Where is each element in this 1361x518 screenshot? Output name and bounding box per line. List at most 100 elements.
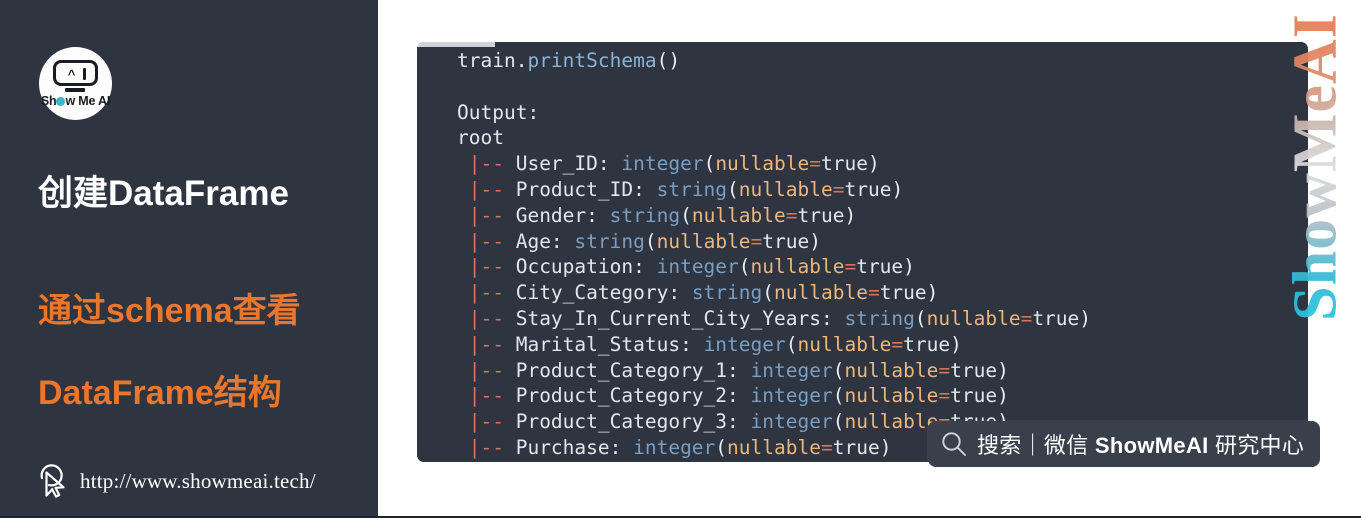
- code-token: (: [785, 332, 798, 356]
- code-token: ): [879, 435, 892, 459]
- code-line: |-- Product_Category_2: integer(nullable…: [457, 383, 1091, 409]
- code-token: --: [480, 255, 504, 279]
- code-token: printSchema: [527, 49, 657, 72]
- code-token: =: [750, 229, 763, 253]
- code-line: |-- Stay_In_Current_City_Years: string(n…: [457, 306, 1091, 332]
- code-token: (: [762, 281, 775, 305]
- code-token: ): [926, 281, 939, 305]
- code-token: --: [480, 152, 504, 176]
- code-token: =: [809, 152, 821, 176]
- logo-brand-prefix: Sh: [40, 94, 57, 108]
- code-token: nullable: [926, 306, 1021, 330]
- code-token: true: [762, 229, 810, 253]
- site-url-row[interactable]: http://www.showmeai.tech/: [38, 464, 316, 498]
- code-token: true: [844, 177, 892, 201]
- code-block-top-accent: [417, 42, 495, 47]
- code-token: Stay_In_Current_City_Years:: [503, 306, 845, 330]
- code-token: string: [844, 306, 915, 330]
- code-token: train.: [457, 49, 528, 72]
- search-watermark-label: 搜索｜微信 ShowMeAI 研究中心: [977, 428, 1304, 460]
- code-token: =: [820, 435, 833, 459]
- code-token: |: [457, 177, 481, 201]
- code-token: --: [480, 384, 504, 408]
- search-icon: [942, 432, 966, 456]
- code-line: root: [457, 125, 1091, 151]
- code-line: |-- Product_Category_1: integer(nullable…: [457, 358, 1091, 384]
- search-watermark-suffix: 研究中心: [1208, 433, 1305, 458]
- code-token: Product_Category_1:: [503, 358, 751, 382]
- code-token: root: [457, 126, 504, 150]
- code-token: |: [457, 435, 481, 459]
- code-token: string: [574, 229, 645, 253]
- code-token: nullable: [691, 203, 786, 227]
- code-token: |: [457, 152, 481, 176]
- code-token: --: [480, 203, 504, 227]
- code-token: true: [950, 384, 998, 408]
- code-token: Purchase:: [503, 435, 634, 459]
- code-token: (): [656, 49, 681, 72]
- code-token: =: [867, 281, 880, 305]
- logo-bar-glyph: [82, 68, 86, 80]
- code-token: --: [480, 281, 504, 305]
- code-line: train.printSchema(): [457, 48, 1091, 74]
- code-token: Age:: [503, 229, 575, 253]
- page-title: 创建DataFrame: [38, 174, 289, 213]
- code-line: |-- Product_ID: string(nullable=true): [457, 177, 1091, 203]
- slide-root: ^ Sh w Me AI 创建DataFrame 通过schema查看 DataF…: [0, 0, 1361, 518]
- code-token: Marital_Status:: [503, 332, 704, 356]
- logo-caret-glyph: ^: [67, 67, 76, 82]
- code-token: |: [457, 332, 481, 356]
- code-token: integer: [750, 358, 833, 382]
- code-token: Gender:: [503, 203, 610, 227]
- code-token: =: [844, 255, 857, 279]
- code-token: |: [457, 203, 481, 227]
- code-token: --: [480, 435, 504, 459]
- code-token: nullable: [844, 384, 939, 408]
- show-me-ai-logo: ^ Sh w Me AI: [39, 47, 112, 120]
- code-token: nullable: [715, 152, 810, 176]
- code-token: --: [480, 410, 504, 434]
- code-token: |: [457, 281, 481, 305]
- code-token: string: [656, 177, 728, 201]
- code-token: User_ID:: [503, 152, 622, 176]
- code-token: |: [457, 306, 481, 330]
- code-lines: train.printSchema() Output: root |-- User…: [457, 48, 1091, 461]
- code-token: nullable: [774, 281, 868, 305]
- code-token: Product_Category_3:: [503, 410, 751, 434]
- code-token: ): [997, 358, 1009, 382]
- code-token: integer: [750, 410, 833, 434]
- code-token: integer: [633, 435, 716, 459]
- code-token: integer: [703, 332, 786, 356]
- site-url-text: http://www.showmeai.tech/: [80, 468, 316, 493]
- code-token: =: [938, 384, 951, 408]
- code-token: Output:: [457, 100, 540, 124]
- code-token: true: [950, 358, 998, 382]
- code-line: |-- Occupation: integer(nullable=true): [457, 254, 1091, 280]
- cursor-pointer-icon: [40, 464, 65, 498]
- code-token: |: [457, 358, 481, 382]
- wechat-search-watermark: 搜索｜微信 ShowMeAI 研究中心: [928, 421, 1321, 467]
- code-token: ): [891, 177, 904, 201]
- code-token: integer: [656, 255, 739, 279]
- code-token: nullable: [750, 255, 845, 279]
- code-token: (: [680, 203, 692, 227]
- code-token: |: [457, 384, 481, 408]
- code-token: |: [457, 255, 481, 279]
- code-token: ): [809, 229, 822, 253]
- code-block: train.printSchema() Output: root |-- User…: [417, 42, 1308, 462]
- code-token: --: [480, 332, 504, 356]
- code-token: City_Category:: [503, 281, 692, 305]
- code-token: nullable: [844, 410, 939, 434]
- code-token: (: [738, 255, 751, 279]
- code-line: |-- Age: string(nullable=true): [457, 229, 1091, 255]
- code-token: ): [1079, 306, 1092, 330]
- logo-brand-suffix: w Me AI: [65, 94, 111, 108]
- code-token: ): [867, 152, 880, 176]
- code-token: =: [785, 203, 798, 227]
- code-token: (: [832, 358, 845, 382]
- code-token: integer: [750, 384, 833, 408]
- code-token: ): [950, 332, 962, 356]
- code-token: Occupation:: [503, 255, 657, 279]
- code-token: =: [938, 358, 951, 382]
